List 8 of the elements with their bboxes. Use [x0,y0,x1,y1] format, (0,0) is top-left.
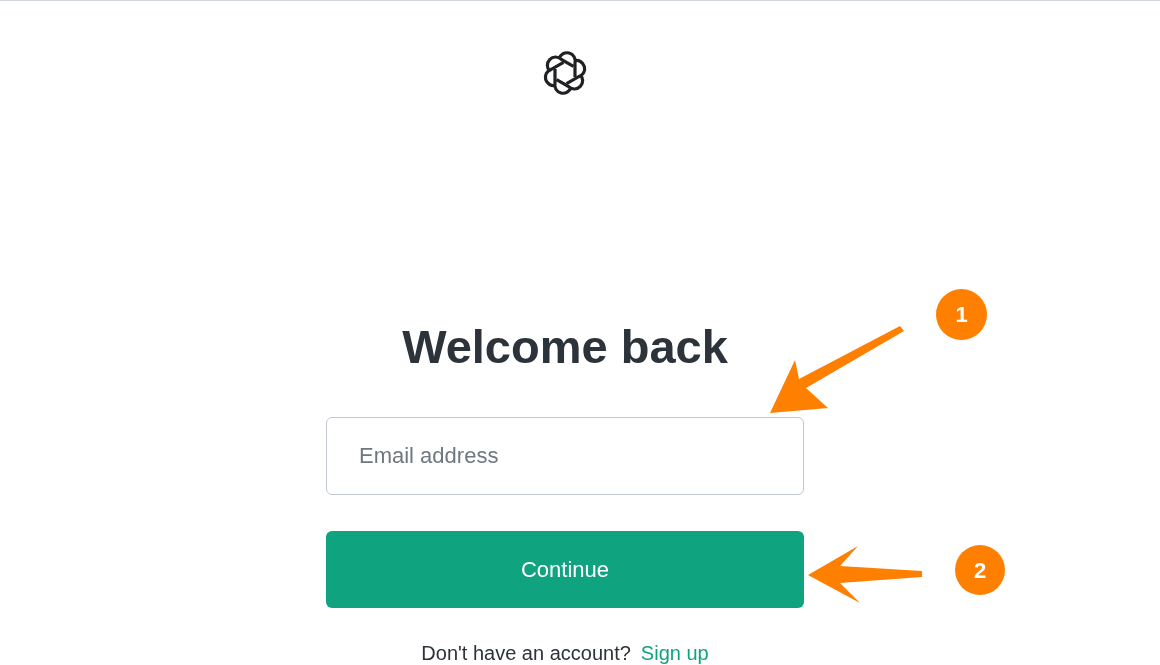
signup-prompt: Don't have an account? [421,641,631,665]
sign-up-link[interactable]: Sign up [640,638,709,665]
email-field[interactable]: Email address [326,417,804,495]
continue-button[interactable]: Continue [326,531,804,608]
step-badge: 2 [955,545,1005,595]
step-badge: 1 [936,289,987,340]
heading: Welcome back [402,319,728,375]
logo-icon [541,49,589,97]
